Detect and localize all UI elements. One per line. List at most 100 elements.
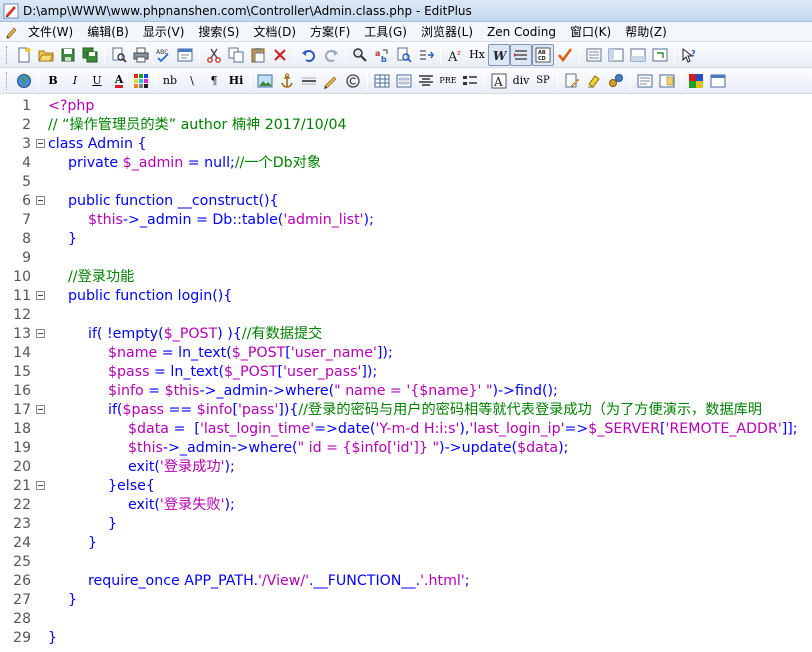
div-button[interactable]: div bbox=[510, 70, 532, 92]
line-number-toggle-button[interactable] bbox=[510, 43, 532, 66]
toolbar-grip[interactable] bbox=[6, 45, 9, 64]
code-line[interactable]: 11 public function login(){ bbox=[0, 287, 812, 306]
undo-button[interactable] bbox=[298, 44, 320, 66]
heading-hi-button[interactable]: Hi bbox=[225, 70, 247, 92]
heading-button[interactable]: Hx bbox=[466, 44, 488, 66]
open-file-button[interactable] bbox=[35, 44, 57, 66]
code-line[interactable]: 4 private $_admin = null;//一个Db对象 bbox=[0, 154, 812, 173]
html-toolbar-button[interactable] bbox=[583, 44, 605, 66]
menu-browser[interactable]: 浏览器(L) bbox=[414, 22, 480, 42]
code-line[interactable]: 29} bbox=[0, 629, 812, 648]
find-in-files-button[interactable] bbox=[393, 44, 415, 66]
list-button[interactable] bbox=[459, 70, 481, 92]
color-picker-button[interactable] bbox=[130, 70, 152, 92]
replace-button[interactable]: ab bbox=[371, 44, 393, 66]
font-face-button[interactable]: A bbox=[488, 70, 510, 92]
code-line[interactable]: 12 bbox=[0, 306, 812, 325]
form-button[interactable] bbox=[393, 70, 415, 92]
menu-tools[interactable]: 工具(G) bbox=[357, 22, 414, 42]
cliptext-window-button[interactable] bbox=[656, 70, 678, 92]
color-swatch-button[interactable] bbox=[685, 70, 707, 92]
fold-toggle-icon[interactable] bbox=[36, 196, 45, 205]
code-line[interactable]: 21}else{ bbox=[0, 477, 812, 496]
image-button[interactable] bbox=[254, 70, 276, 92]
code-line[interactable]: 16 $info = $this->_admin->where(" name = … bbox=[0, 382, 812, 401]
code-line[interactable]: 1 <?php bbox=[0, 97, 812, 116]
document-edit-button[interactable] bbox=[561, 70, 583, 92]
spell-check-button[interactable]: ABC bbox=[152, 44, 174, 66]
context-help-button[interactable]: ? bbox=[678, 44, 700, 66]
code-line[interactable]: 6 public function __construct(){ bbox=[0, 192, 812, 211]
paragraph-button[interactable]: ¶ bbox=[203, 70, 225, 92]
fold-toggle-icon[interactable] bbox=[36, 329, 45, 338]
font-color-button[interactable]: A bbox=[108, 70, 130, 92]
directory-window-button[interactable] bbox=[605, 44, 627, 66]
code-line[interactable]: 20 exit('登录成功'); bbox=[0, 458, 812, 477]
code-line[interactable]: 2 // “操作管理员的类” author 楠神 2017/10/04 bbox=[0, 116, 812, 135]
spell-ok-button[interactable] bbox=[554, 44, 576, 66]
new-file-button[interactable] bbox=[13, 44, 35, 66]
redo-button[interactable] bbox=[320, 44, 342, 66]
code-line[interactable]: 18 $data = ['last_login_time'=>date('Y-m-… bbox=[0, 420, 812, 439]
highlighter-button[interactable] bbox=[583, 70, 605, 92]
menu-view[interactable]: 显示(V) bbox=[136, 22, 192, 42]
menu-project[interactable]: 方案(F) bbox=[303, 22, 357, 42]
code-line[interactable]: 26 require_once APP_PATH.'/View/'.__FUNCT… bbox=[0, 572, 812, 591]
fold-toggle-icon[interactable] bbox=[36, 481, 45, 490]
menu-zen-coding[interactable]: Zen Coding bbox=[480, 22, 563, 42]
menu-file[interactable]: 文件(W) bbox=[21, 22, 80, 42]
code-line[interactable]: 5 bbox=[0, 173, 812, 192]
fold-toggle-icon[interactable] bbox=[36, 139, 45, 148]
browser-preview-button[interactable] bbox=[174, 44, 196, 66]
code-editor[interactable]: 1 <?php 2 // “操作管理员的类” author 楠神 2017/10/04… bbox=[0, 94, 812, 652]
print-button[interactable] bbox=[130, 44, 152, 66]
anchor-button[interactable] bbox=[276, 70, 298, 92]
copy-button[interactable] bbox=[225, 44, 247, 66]
code-line[interactable]: 3 class Admin { bbox=[0, 135, 812, 154]
find-button[interactable] bbox=[349, 44, 371, 66]
fold-toggle-icon[interactable] bbox=[36, 405, 45, 414]
code-line[interactable]: 25 bbox=[0, 553, 812, 572]
align-center-button[interactable] bbox=[415, 70, 437, 92]
code-line[interactable]: 28 bbox=[0, 610, 812, 629]
code-line[interactable]: 24} bbox=[0, 534, 812, 553]
span-button[interactable]: SP bbox=[532, 70, 554, 92]
pre-button[interactable]: PRE bbox=[437, 70, 459, 92]
code-line[interactable]: 14 $name = ln_text($_POST['user_name']); bbox=[0, 344, 812, 363]
code-line[interactable]: 22 exit('登录失败'); bbox=[0, 496, 812, 515]
delete-button[interactable] bbox=[269, 44, 291, 66]
cut-button[interactable] bbox=[203, 44, 225, 66]
browser-globe-button[interactable] bbox=[13, 70, 35, 92]
save-button[interactable] bbox=[57, 44, 79, 66]
window-layout-button[interactable] bbox=[707, 70, 729, 92]
code-line[interactable]: 17 if($pass == $info['pass']){//登录的密码与用户的… bbox=[0, 401, 812, 420]
menu-window[interactable]: 窗口(K) bbox=[563, 22, 618, 42]
underline-button[interactable]: U bbox=[86, 70, 108, 92]
goto-line-button[interactable] bbox=[415, 44, 437, 66]
code-line[interactable]: 8} bbox=[0, 230, 812, 249]
code-line[interactable]: 7 $this->_admin = Db::table('admin_list')… bbox=[0, 211, 812, 230]
menu-document[interactable]: 文档(D) bbox=[246, 22, 303, 42]
italic-button[interactable]: I bbox=[64, 70, 86, 92]
fold-toggle-icon[interactable] bbox=[36, 291, 45, 300]
menu-help[interactable]: 帮助(Z) bbox=[618, 22, 674, 42]
code-line[interactable]: 10 //登录功能 bbox=[0, 268, 812, 287]
font-button[interactable]: Az bbox=[444, 44, 466, 66]
code-line[interactable]: 19 $this->_admin->where(" id = {$info['id… bbox=[0, 439, 812, 458]
code-line[interactable]: 23} bbox=[0, 515, 812, 534]
script-button[interactable] bbox=[605, 70, 627, 92]
html-window-button[interactable] bbox=[634, 70, 656, 92]
menu-search[interactable]: 搜索(S) bbox=[191, 22, 246, 42]
copyright-button[interactable] bbox=[342, 70, 364, 92]
horizontal-rule-button[interactable] bbox=[298, 70, 320, 92]
full-screen-button[interactable] bbox=[649, 44, 671, 66]
print-preview-button[interactable] bbox=[108, 44, 130, 66]
toolbar-grip[interactable] bbox=[6, 71, 9, 90]
save-all-button[interactable] bbox=[79, 44, 101, 66]
code-line[interactable]: 9 bbox=[0, 249, 812, 268]
menu-edit[interactable]: 编辑(B) bbox=[80, 22, 136, 42]
nbsp-button[interactable]: nb bbox=[159, 70, 181, 92]
code-line[interactable]: 13 if( !empty($_POST) ){//有数据提交 bbox=[0, 325, 812, 344]
bold-button[interactable]: B bbox=[42, 70, 64, 92]
paste-button[interactable] bbox=[247, 44, 269, 66]
